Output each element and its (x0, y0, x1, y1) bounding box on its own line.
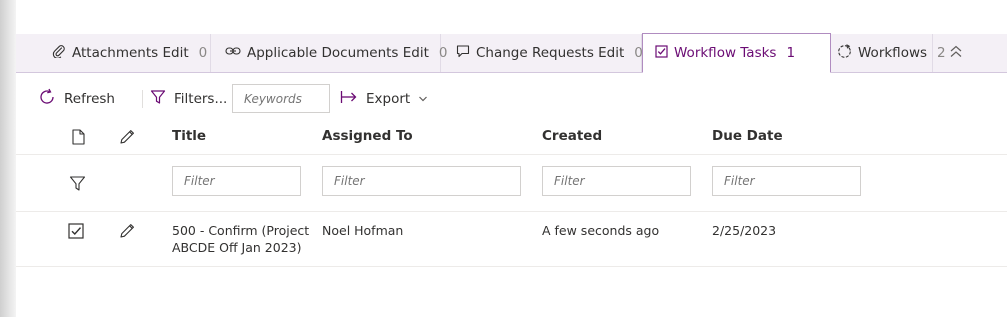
workflow-icon (837, 43, 852, 63)
title-line: ABCDE Off Jan 2023) (172, 240, 302, 255)
due-date-filter-input[interactable] (712, 166, 861, 196)
export-label: Export (366, 91, 411, 107)
filters-label: Filters... (174, 91, 228, 107)
document-icon (72, 129, 85, 149)
cell-created: A few seconds ago (542, 223, 660, 238)
filter-icon (150, 89, 166, 109)
panel-shadow (0, 0, 16, 317)
filter-icon (69, 175, 86, 196)
chevron-down-icon (418, 91, 428, 107)
chevron-up-double-icon (949, 45, 963, 62)
title-line: 500 - Confirm (Project (172, 223, 310, 238)
task-checkbox-icon[interactable] (68, 223, 84, 243)
table-row[interactable]: 500 - Confirm (Project ABCDE Off Jan 202… (16, 211, 1007, 267)
tab-label: Attachments Edit (72, 45, 189, 61)
tab-label: Change Requests Edit (476, 45, 625, 61)
cell-assigned-to: Noel Hofman (322, 223, 404, 238)
tab-label: Applicable Documents Edit (247, 45, 429, 61)
title-filter-input[interactable] (172, 166, 301, 196)
filters-button[interactable]: Filters... (150, 84, 227, 114)
collapse-button[interactable] (933, 34, 979, 72)
column-header-due-date[interactable]: Due Date (712, 128, 783, 144)
edit-icon (119, 128, 136, 149)
edit-icon[interactable] (119, 222, 136, 243)
tab-label: Workflows (858, 45, 928, 61)
grid-header: Title Assigned To Created Due Date (16, 120, 1007, 155)
assigned-to-filter-input[interactable] (322, 166, 521, 196)
refresh-label: Refresh (64, 91, 115, 107)
column-header-title[interactable]: Title (172, 128, 206, 144)
tab-bar: Attachments Edit 0 Applicable Documents … (16, 33, 1007, 73)
tab-count: 0 (198, 45, 208, 61)
tab-workflow-tasks[interactable]: Workflow Tasks 1 (642, 33, 831, 73)
keywords-input[interactable] (232, 84, 330, 113)
cell-due-date: 2/25/2023 (712, 223, 777, 238)
link-icon (225, 45, 241, 61)
refresh-icon (38, 88, 56, 110)
column-header-created[interactable]: Created (542, 128, 602, 144)
refresh-button[interactable]: Refresh (38, 84, 115, 114)
tab-attachments-edit[interactable]: Attachments Edit 0 (16, 34, 211, 72)
command-bar: Refresh Filters... Export (38, 84, 998, 114)
export-icon (340, 90, 358, 108)
tab-label: Workflow Tasks (674, 45, 777, 61)
toolbar-divider (142, 90, 143, 108)
filter-row (16, 155, 1007, 212)
tab-count: 1 (786, 45, 796, 61)
paperclip-icon (52, 44, 66, 62)
comment-icon (456, 44, 470, 62)
cell-title[interactable]: 500 - Confirm (Project ABCDE Off Jan 202… (172, 222, 309, 256)
tab-change-requests-edit[interactable]: Change Requests Edit 0 (441, 34, 643, 72)
created-filter-input[interactable] (542, 166, 691, 196)
column-header-assigned-to[interactable]: Assigned To (322, 128, 413, 144)
export-button[interactable]: Export (340, 84, 428, 114)
checkbox-icon (655, 44, 668, 62)
tab-applicable-documents-edit[interactable]: Applicable Documents Edit 0 (211, 34, 448, 72)
tab-workflows[interactable]: Workflows 2 (831, 34, 946, 72)
main-panel: Attachments Edit 0 Applicable Documents … (16, 0, 1007, 317)
